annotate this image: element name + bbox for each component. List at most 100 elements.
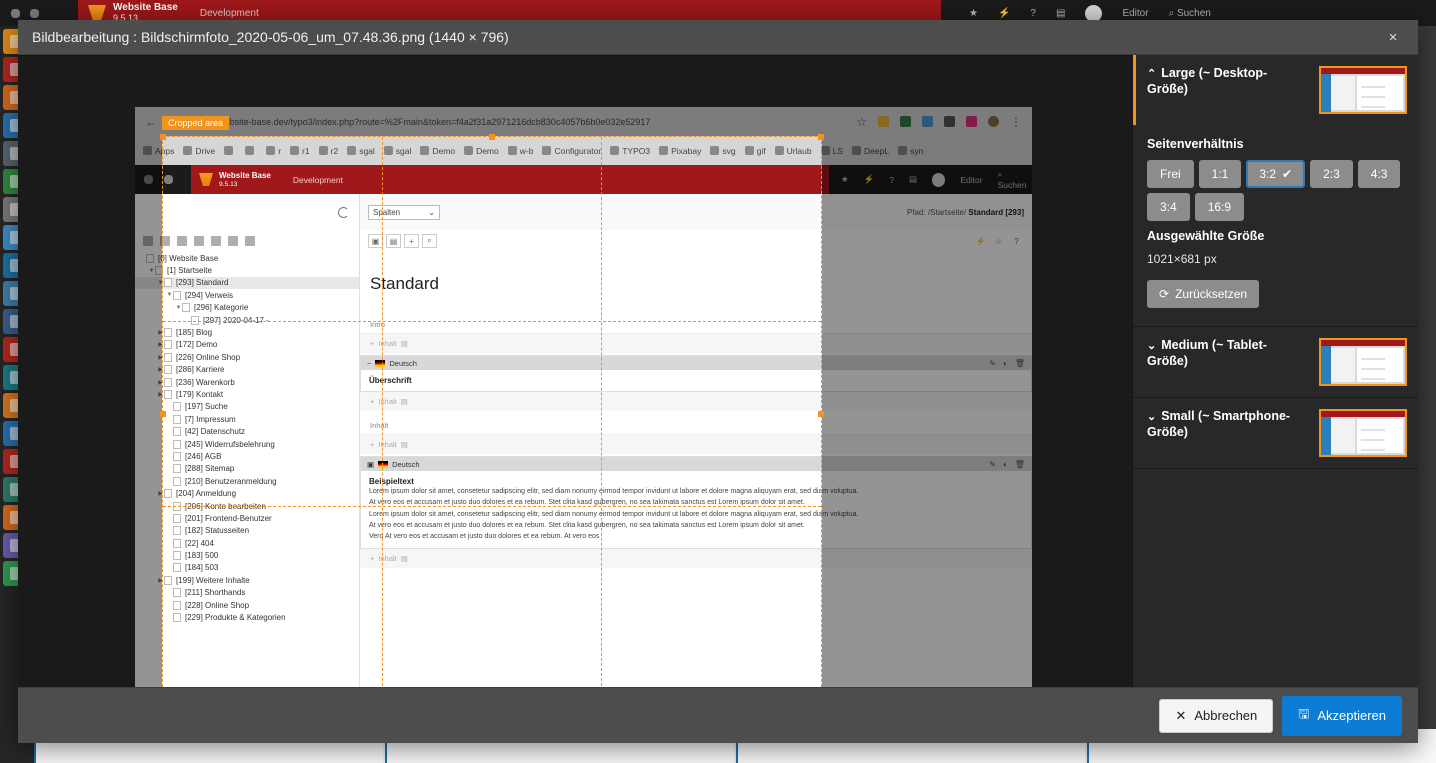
image-editor-canvas[interactable]: ← → ⟳ website-base.dev/typo3/index.php?r… [18, 55, 1132, 687]
aspect-ratio-3-2[interactable]: 3:2✔ [1246, 160, 1305, 188]
bookmark-item[interactable]: gif [745, 146, 766, 156]
aspect-ratio-label: Frei [1160, 167, 1181, 181]
aspect-ratio-frei[interactable]: Frei [1147, 160, 1194, 188]
bookmark-item[interactable]: Demo [464, 146, 499, 156]
extension-icon [944, 116, 955, 127]
page-tree-node[interactable]: [201] Frontend-Benutzer [135, 512, 359, 524]
page-tree-node[interactable]: ▼[296] Kategorie [135, 302, 359, 314]
add-content-row[interactable]: + Inhalt ▤ [360, 435, 1032, 454]
page-tree-node[interactable]: [229] Produkte & Kategorien [135, 611, 359, 623]
page-tree-node[interactable]: ▶[179] Kontakt [135, 388, 359, 400]
bookmark-favicon [347, 146, 356, 155]
bookmark-label: w-b [520, 146, 534, 156]
bookmark-item[interactable]: Pixabay [659, 146, 701, 156]
bookmark-item[interactable]: syn [898, 146, 923, 156]
bookmark-item[interactable]: LS [821, 146, 843, 156]
bookmark-item[interactable] [224, 146, 236, 155]
bookmark-item[interactable]: w-b [508, 146, 534, 156]
bookmark-item[interactable]: r2 [319, 146, 339, 156]
crop-canvas[interactable]: ← → ⟳ website-base.dev/typo3/index.php?r… [135, 107, 1032, 687]
page-tree-node[interactable]: [184] 503 [135, 562, 359, 574]
page-tree-node[interactable]: ▼[1] Startseite [135, 264, 359, 276]
page-tree-node[interactable]: ▶[236] Warenkorb [135, 376, 359, 388]
cancel-button[interactable]: ✕ Abbrechen [1159, 699, 1273, 733]
page-tree-node[interactable]: ▶[286] Karriere [135, 364, 359, 376]
page-tree-node[interactable]: [197] Suche [135, 401, 359, 413]
page-tree-node[interactable]: [42] Datenschutz [135, 425, 359, 437]
bookmark-favicon [290, 146, 299, 155]
bookmark-item[interactable]: Drive [183, 146, 215, 156]
bookmark-item[interactable]: svg [710, 146, 735, 156]
page-tree-node[interactable]: [210] Benutzeranmeldung [135, 475, 359, 487]
page-tree-node[interactable]: ▶[172] Demo [135, 339, 359, 351]
page-tree-node[interactable]: ▼[293] Standard [135, 277, 359, 289]
modal-header: Bildbearbeitung : Bildschirmfoto_2020-05… [18, 20, 1418, 55]
bookmark-item[interactable]: TYPO3 [610, 146, 650, 156]
chevron-icon[interactable]: ▶ [157, 366, 164, 373]
chevron-icon[interactable]: ▼ [175, 305, 182, 311]
aspect-ratio-2-3[interactable]: 2:3 [1310, 160, 1353, 188]
chevron-icon[interactable]: ▶ [157, 577, 164, 584]
edit-icon: ✎ [989, 359, 996, 368]
bookmark-item[interactable]: DeepL [852, 146, 889, 156]
page-tree: [0] Website Base▼[1] Startseite▼[293] St… [135, 194, 360, 687]
chevron-icon[interactable]: ▶ [157, 490, 164, 497]
reset-button[interactable]: ⟳ Zurücksetzen [1147, 280, 1259, 308]
aspect-ratio-4-3[interactable]: 4:3 [1358, 160, 1401, 188]
chevron-icon[interactable]: ▶ [157, 391, 164, 398]
page-tree-node[interactable]: ▼[294] Verweis [135, 289, 359, 301]
bookmark-item[interactable]: r1 [290, 146, 310, 156]
page-tree-node[interactable]: ▶[199] Weitere Inhalte [135, 574, 359, 586]
add-content-row[interactable]: + Inhalt ▤ [360, 334, 1032, 353]
bookmark-item[interactable] [245, 146, 257, 155]
aspect-ratio-3-4[interactable]: 3:4 [1147, 193, 1190, 221]
add-content-row[interactable]: + Inhalt ▤ [360, 392, 1032, 411]
accept-button[interactable]: 🖫 Akzeptieren [1282, 696, 1402, 736]
page-tree-node[interactable]: ▶[204] Anmeldung [135, 487, 359, 499]
chevron-icon[interactable]: ▼ [148, 268, 155, 274]
chevron-icon[interactable]: ▶ [157, 341, 164, 348]
chevron-icon[interactable]: ▶ [157, 329, 164, 336]
page-tree-node[interactable]: [245] Widerrufsbelehrung [135, 438, 359, 450]
bookmark-item[interactable]: sgal [347, 146, 375, 156]
extension-icon [922, 116, 933, 127]
page-tree-node[interactable]: [206] Konto bearbeiten [135, 500, 359, 512]
page-module-right-buttons: ⚡ ☆ ? [973, 234, 1024, 248]
page-tree-node[interactable]: [297] 2020-04-17 - [135, 314, 359, 326]
page-tree-node[interactable]: [182] Statusseiten [135, 525, 359, 537]
page-tree-node[interactable]: ▶[185] Blog [135, 326, 359, 338]
page-tree-node[interactable]: [211] Shorthands [135, 587, 359, 599]
aspect-ratio-16-9[interactable]: 16:9 [1195, 193, 1244, 221]
aspect-ratio-group[interactable]: Frei 1:13:2✔2:3 4:3 3:4 16:9 [1147, 160, 1404, 221]
bookmark-item[interactable]: r [266, 146, 281, 156]
page-tree-node[interactable]: [228] Online Shop [135, 599, 359, 611]
page-tree-node[interactable]: [22] 404 [135, 537, 359, 549]
bookmark-item[interactable]: sgal [384, 146, 412, 156]
page-tree-node[interactable]: [183] 500 [135, 549, 359, 561]
page-icon [164, 378, 172, 387]
collapse-icon [228, 236, 238, 246]
chevron-icon[interactable]: ▼ [166, 292, 173, 298]
crop-variant-small-header[interactable]: ⌄Small (~ Smartphone-Größe) [1133, 398, 1418, 468]
page-tree-node[interactable]: [288] Sitemap [135, 463, 359, 475]
bookmark-item[interactable]: Urlaub [775, 146, 812, 156]
aspect-ratio-1-1[interactable]: 1:1 [1199, 160, 1242, 188]
crop-variant-large-header[interactable]: ⌃Large (~ Desktop-Größe) [1133, 55, 1418, 125]
add-content-row[interactable]: + Inhalt ▤ [360, 549, 1032, 568]
page-tree-node[interactable]: [7] Impressum [135, 413, 359, 425]
close-icon[interactable]: × [1382, 26, 1404, 48]
crop-variant-medium-header[interactable]: ⌄Medium (~ Tablet-Größe) [1133, 327, 1418, 397]
aspect-ratio-label: 3:4 [1160, 200, 1177, 214]
page-tree-node[interactable]: [246] AGB [135, 450, 359, 462]
bookmark-item[interactable]: Configurator [542, 146, 601, 156]
page-tree-label: [197] Suche [185, 402, 228, 411]
bookmark-item[interactable]: Apps [143, 146, 174, 156]
chevron-icon[interactable]: ▶ [157, 379, 164, 386]
page-tree-node[interactable]: [0] Website Base [135, 252, 359, 264]
page-tree-node[interactable]: ▶[226] Online Shop [135, 351, 359, 363]
chevron-icon[interactable]: ▶ [157, 354, 164, 361]
aspect-ratio-label: 4:3 [1371, 167, 1388, 181]
page-icon [164, 576, 172, 585]
chevron-icon[interactable]: ▼ [157, 280, 164, 286]
bookmark-item[interactable]: Demo [420, 146, 455, 156]
